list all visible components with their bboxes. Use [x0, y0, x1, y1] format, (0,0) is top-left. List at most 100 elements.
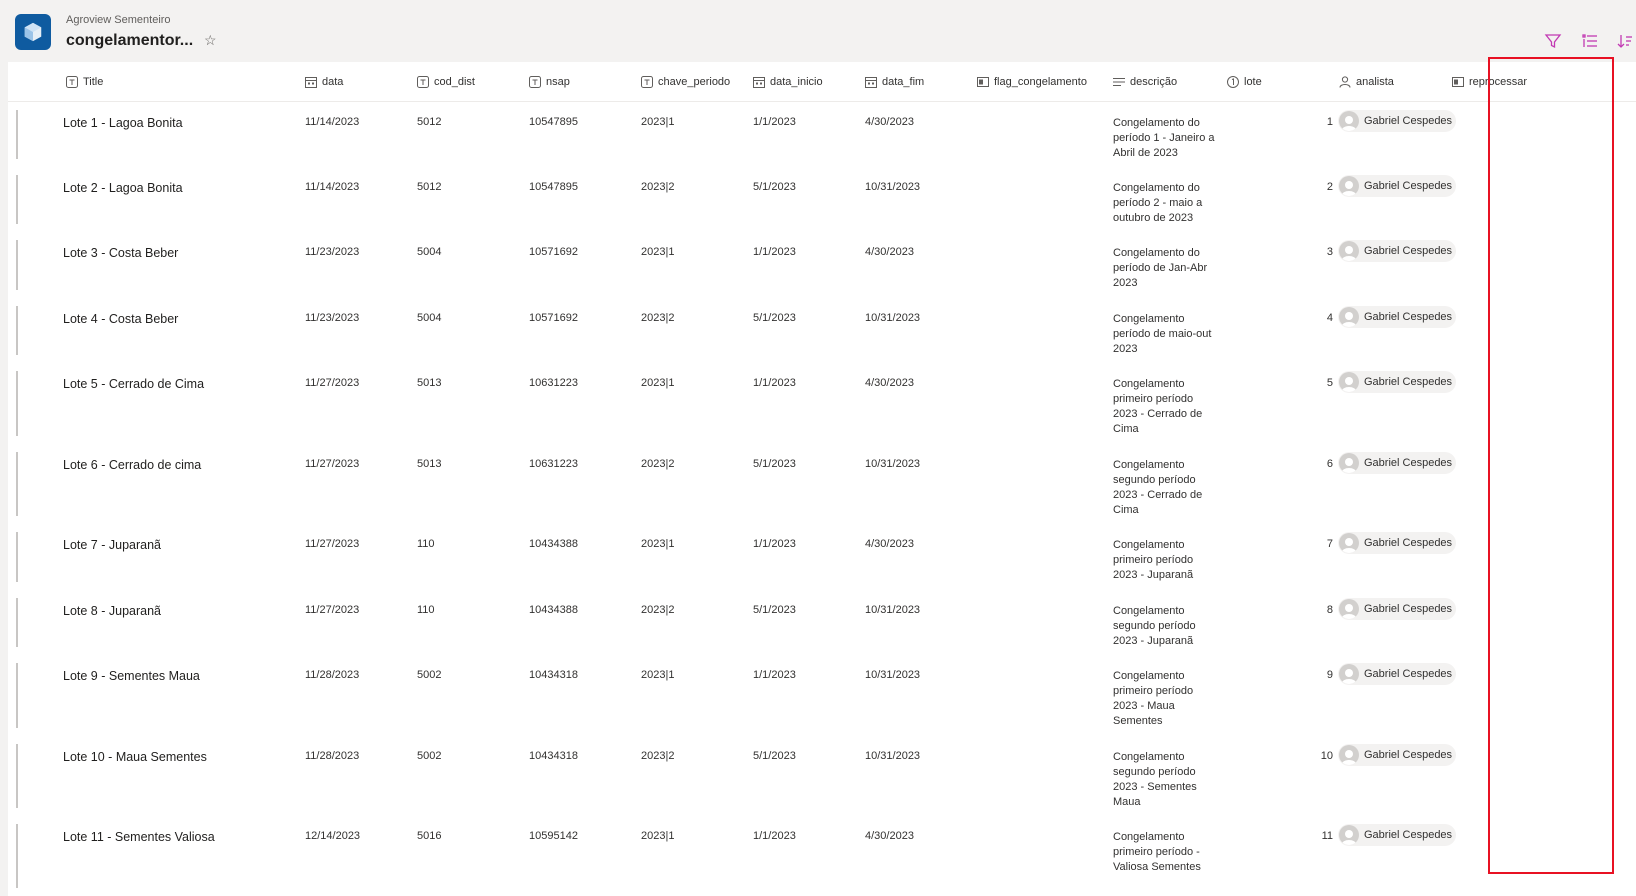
table-row[interactable]: Lote 4 - Costa Beber 11/23/2023 5004 105716… — [8, 298, 1636, 363]
row-selection-bar[interactable] — [16, 663, 18, 728]
row-title-link[interactable]: Lote 10 - Maua Sementes — [63, 750, 207, 764]
calendar-icon — [305, 76, 317, 88]
table-row[interactable]: Lote 2 - Lagoa Bonita 11/14/2023 5012 10547… — [8, 167, 1636, 232]
column-header-lote[interactable]: lote — [1227, 62, 1262, 102]
view-options-icon[interactable] — [1581, 32, 1599, 50]
cell-data: 11/27/2023 — [305, 377, 360, 389]
cell-nsap: 10434388 — [529, 538, 578, 550]
person-chip-analista[interactable]: Gabriel Cespedes — [1338, 744, 1457, 766]
cell-chave_periodo: 2023|1 — [641, 538, 675, 550]
column-header-data_inicio[interactable]: data_inicio — [753, 62, 823, 102]
favorite-star-icon[interactable]: ☆ — [204, 33, 218, 47]
calendar-icon — [753, 76, 765, 88]
table-row[interactable]: Lote 5 - Cerrado de Cima 11/27/2023 5013 10… — [8, 363, 1636, 444]
table-row[interactable]: Lote 1 - Lagoa Bonita 11/14/2023 5012 10547… — [8, 102, 1636, 167]
column-header-data_fim[interactable]: data_fim — [865, 62, 924, 102]
person-chip-analista[interactable]: Gabriel Cespedes — [1338, 110, 1457, 132]
cell-lote: 7 — [1326, 538, 1333, 550]
cell-data_inicio: 1/1/2023 — [753, 538, 796, 550]
cell-data: 11/28/2023 — [305, 669, 360, 681]
column-header-label: data_inicio — [770, 76, 823, 88]
column-header-nsap[interactable]: nsap — [529, 62, 570, 102]
cell-descricao: Congelamento segundo período 2023 - Seme… — [1113, 751, 1197, 808]
person-chip-analista[interactable]: Gabriel Cespedes — [1338, 452, 1457, 474]
row-title-link[interactable]: Lote 3 - Costa Beber — [63, 246, 178, 260]
cell-descricao: Congelamento segundo período 2023 - Cerr… — [1113, 459, 1203, 516]
person-chip-analista[interactable]: Gabriel Cespedes — [1338, 371, 1457, 393]
list-title[interactable]: congelamentor... — [66, 32, 193, 50]
column-header-analista[interactable]: analista — [1339, 62, 1394, 102]
column-header-flag_congelamento[interactable]: flag_congelamento — [977, 62, 1087, 102]
person-chip-analista[interactable]: Gabriel Cespedes — [1338, 598, 1457, 620]
cell-data_fim: 4/30/2023 — [865, 246, 914, 258]
cell-data: 11/27/2023 — [305, 604, 360, 616]
row-title-link[interactable]: Lote 6 - Cerrado de cima — [63, 458, 201, 472]
row-title-link[interactable]: Lote 8 - Juparanã — [63, 604, 161, 618]
text-field-icon — [417, 76, 429, 88]
table-row[interactable]: Lote 6 - Cerrado de cima 11/27/2023 5013 10… — [8, 444, 1636, 524]
column-header-label: chave_periodo — [658, 76, 731, 88]
cell-data_fim: 10/31/2023 — [865, 750, 921, 762]
row-selection-bar[interactable] — [16, 240, 18, 290]
cell-data_fim: 10/31/2023 — [865, 604, 921, 616]
filter-icon[interactable] — [1544, 32, 1562, 50]
person-name: Gabriel Cespedes — [1364, 537, 1453, 549]
row-title-link[interactable]: Lote 7 - Juparanã — [63, 538, 161, 552]
cell-data_fim: 10/31/2023 — [865, 181, 921, 193]
table-row[interactable]: Lote 7 - Juparanã 11/27/2023 110 10434388 20… — [8, 524, 1636, 590]
person-chip-analista[interactable]: Gabriel Cespedes — [1338, 240, 1457, 262]
cell-data_fim: 10/31/2023 — [865, 312, 921, 324]
table-row[interactable]: Lote 8 - Juparanã 11/27/2023 110 10434388 20… — [8, 590, 1636, 655]
cell-lote: 8 — [1326, 604, 1333, 616]
cell-data: 11/28/2023 — [305, 750, 360, 762]
row-selection-bar[interactable] — [16, 744, 18, 808]
column-header-data[interactable]: data — [305, 62, 343, 102]
avatar-icon — [1339, 372, 1359, 392]
row-selection-bar[interactable] — [16, 532, 18, 582]
site-logo-icon[interactable] — [15, 14, 51, 50]
cell-lote: 2 — [1326, 181, 1333, 193]
cell-lote: 9 — [1326, 669, 1333, 681]
table-row[interactable]: Lote 3 - Costa Beber 11/23/2023 5004 105716… — [8, 232, 1636, 298]
row-selection-bar[interactable] — [16, 110, 18, 159]
person-chip-analista[interactable]: Gabriel Cespedes — [1338, 663, 1457, 685]
column-header-reprocessar[interactable]: reprocessar — [1452, 62, 1527, 102]
row-title-link[interactable]: Lote 1 - Lagoa Bonita — [63, 116, 183, 130]
table-row[interactable]: Lote 10 - Maua Sementes 11/28/2023 5002 104… — [8, 736, 1636, 816]
person-chip-analista[interactable]: Gabriel Cespedes — [1338, 824, 1457, 846]
row-title-link[interactable]: Lote 4 - Costa Beber — [63, 312, 178, 326]
table-row[interactable]: Lote 11 - Sementes Valiosa 12/14/2023 5016… — [8, 816, 1636, 896]
avatar-icon — [1339, 825, 1359, 845]
row-title-link[interactable]: Lote 5 - Cerrado de Cima — [63, 377, 204, 391]
row-selection-bar[interactable] — [16, 452, 18, 516]
column-header-label: analista — [1356, 76, 1394, 88]
row-selection-bar[interactable] — [16, 824, 18, 888]
column-header-descricao[interactable]: descrição — [1113, 62, 1177, 102]
avatar-icon — [1339, 664, 1359, 684]
cell-data: 11/27/2023 — [305, 538, 360, 550]
person-name: Gabriel Cespedes — [1364, 311, 1453, 323]
row-selection-bar[interactable] — [16, 598, 18, 647]
cell-data_fim: 10/31/2023 — [865, 669, 921, 681]
row-selection-bar[interactable] — [16, 371, 18, 436]
avatar-icon — [1339, 453, 1359, 473]
row-selection-bar[interactable] — [16, 306, 18, 355]
cell-data_inicio: 5/1/2023 — [753, 458, 796, 470]
person-chip-analista[interactable]: Gabriel Cespedes — [1338, 175, 1457, 197]
column-header-cod_dist[interactable]: cod_dist — [417, 62, 475, 102]
column-header-label: lote — [1244, 76, 1262, 88]
row-title-link[interactable]: Lote 9 - Sementes Maua — [63, 669, 200, 683]
sort-icon[interactable] — [1616, 32, 1634, 50]
table-row[interactable]: Lote 9 - Sementes Maua 11/28/2023 5002 1043… — [8, 655, 1636, 736]
row-title-link[interactable]: Lote 11 - Sementes Valiosa — [63, 830, 215, 844]
site-name[interactable]: Agroview Sementeiro — [66, 14, 171, 26]
person-chip-analista[interactable]: Gabriel Cespedes — [1338, 532, 1457, 554]
row-selection-bar[interactable] — [16, 175, 18, 224]
cell-data: 11/27/2023 — [305, 458, 360, 470]
cell-lote: 3 — [1326, 246, 1333, 258]
person-chip-analista[interactable]: Gabriel Cespedes — [1338, 306, 1457, 328]
row-title-link[interactable]: Lote 2 - Lagoa Bonita — [63, 181, 183, 195]
column-header-title[interactable]: Title — [66, 62, 103, 102]
cell-nsap: 10547895 — [529, 116, 578, 128]
column-header-chave_periodo[interactable]: chave_periodo — [641, 62, 730, 102]
